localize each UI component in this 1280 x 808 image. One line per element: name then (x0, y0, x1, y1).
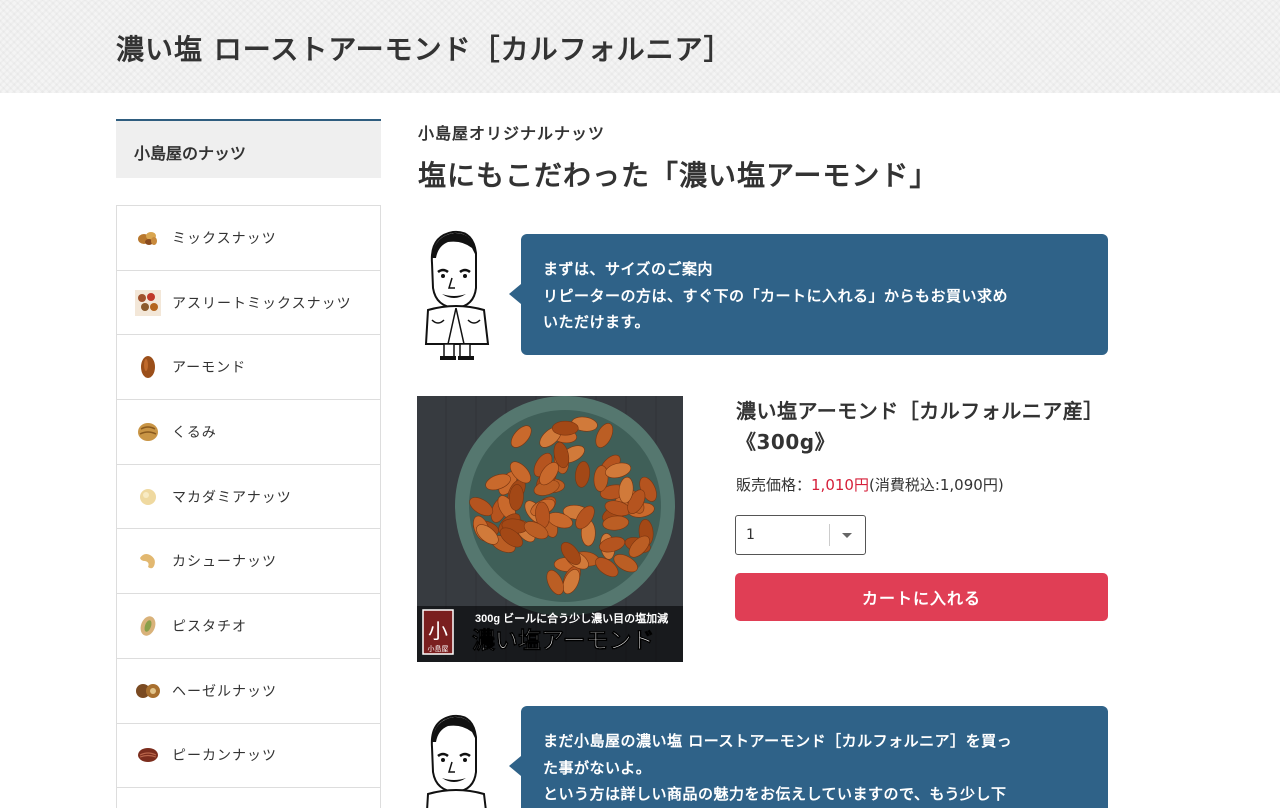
page-header: 濃い塩 ローストアーモンド［カルフォルニア］ (0, 0, 1280, 93)
sidebar-category-list: ミックスナッツ アスリートミックスナッツ アーモンド くるみ マカダミアナッツ … (116, 205, 381, 808)
walnut-icon (135, 419, 161, 445)
sidebar-item-label: ヘーゼルナッツ (172, 683, 277, 700)
svg-text:小: 小 (428, 620, 448, 643)
sidebar-item-label: ミックスナッツ (172, 230, 277, 247)
sidebar-item-label: カシューナッツ (172, 554, 277, 571)
sidebar-item-walnut[interactable]: くるみ (117, 400, 380, 465)
speech-bubble-product-intro: まだ小島屋の濃い塩 ローストアーモンド［カルフォルニア］を買っ た事がないよ。 … (509, 706, 1108, 808)
quantity-select[interactable]: 1 (735, 515, 866, 555)
sidebar-item-mixed-nuts[interactable]: ミックスナッツ (117, 206, 380, 271)
product-image[interactable]: 小 小島屋 300g ビールに合う少し濃い目の塩加減 濃い塩アーモンド (417, 396, 683, 662)
sidebar-item-almond[interactable]: アーモンド (117, 335, 380, 401)
price-tax-included: (消費税込:1,090円) (868, 476, 1004, 494)
mascot-illustration (418, 228, 500, 364)
bubble-text-line: いただけます。 (543, 313, 651, 331)
bubble-text-line: まずは、サイズのご案内 (543, 260, 714, 278)
image-logo-text: 小島屋 (428, 644, 449, 653)
hazelnut-icon (135, 678, 161, 704)
sidebar-item-label: アーモンド (172, 360, 247, 377)
page-title: 濃い塩 ローストアーモンド［カルフォルニア］ (116, 33, 733, 66)
sidebar-item-label: マカダミアナッツ (172, 489, 292, 506)
macadamia-icon (135, 484, 161, 510)
mixed-nuts-icon (135, 225, 161, 251)
almond-icon (135, 354, 161, 380)
price-value: 1,010円 (811, 476, 869, 494)
mascot-illustration-2 (418, 712, 500, 808)
pecan-icon (135, 742, 161, 768)
bubble-text-line: リピーターの方は、すぐ下の「カートに入れる」からもお買い求め (543, 286, 1009, 305)
pistachio-icon (135, 613, 161, 639)
bubble-text-line: という方は詳しい商品の魅力をお伝えしていますので、もう少し下 (543, 785, 1007, 803)
page-subtitle: 小島屋オリジナルナッツ (418, 124, 606, 143)
product-name: 濃い塩アーモンド［カルフォルニア産］《300g》 (736, 399, 1104, 454)
bubble-text-line: た事がないよ。 (543, 758, 652, 777)
price-row: 販売価格：1,010円(消費税込:1,090円) (736, 474, 1004, 495)
price-label: 販売価格： (736, 476, 812, 494)
image-banner-subtitle: 300g ビールに合う少し濃い目の塩加減 (475, 611, 668, 625)
almond-shape (552, 420, 579, 436)
sidebar-item-cashew[interactable]: カシューナッツ (117, 529, 380, 595)
athlete-mix-icon (135, 289, 161, 316)
sidebar-item-label: ピーカンナッツ (172, 748, 277, 765)
sidebar-item-label: アスリートミックスナッツ (172, 295, 352, 312)
quantity-divider (829, 524, 830, 546)
sidebar-item-hazelnut[interactable]: ヘーゼルナッツ (117, 659, 380, 724)
sidebar-item-pecan[interactable]: ピーカンナッツ (117, 724, 380, 789)
sidebar-item-macadamia[interactable]: マカダミアナッツ (117, 465, 380, 530)
sidebar-heading: 小島屋のナッツ (116, 119, 381, 178)
sidebar-item-label: くるみ (172, 424, 217, 441)
sidebar-item-athlete-mix[interactable]: アスリートミックスナッツ (117, 271, 380, 336)
bubble-text-line: まだ小島屋の濃い塩 ローストアーモンド［カルフォルニア］を買っ (543, 732, 1013, 750)
sidebar-heading-label: 小島屋のナッツ (134, 144, 247, 163)
chevron-down-icon (842, 533, 852, 538)
sidebar-item-pistachio[interactable]: ピスタチオ (117, 594, 380, 659)
sidebar-item-label: ピスタチオ (172, 618, 247, 635)
speech-bubble-size-guide: まずは、サイズのご案内 リピーターの方は、すぐ下の「カートに入れる」からもお買い… (509, 234, 1108, 355)
quantity-value: 1 (746, 527, 755, 543)
add-to-cart-button[interactable]: カートに入れる (735, 573, 1108, 621)
image-banner-title: 濃い塩アーモンド (472, 627, 655, 653)
cashew-icon (135, 548, 161, 574)
section-title: 塩にもこだわった「濃い塩アーモンド」 (418, 159, 939, 192)
